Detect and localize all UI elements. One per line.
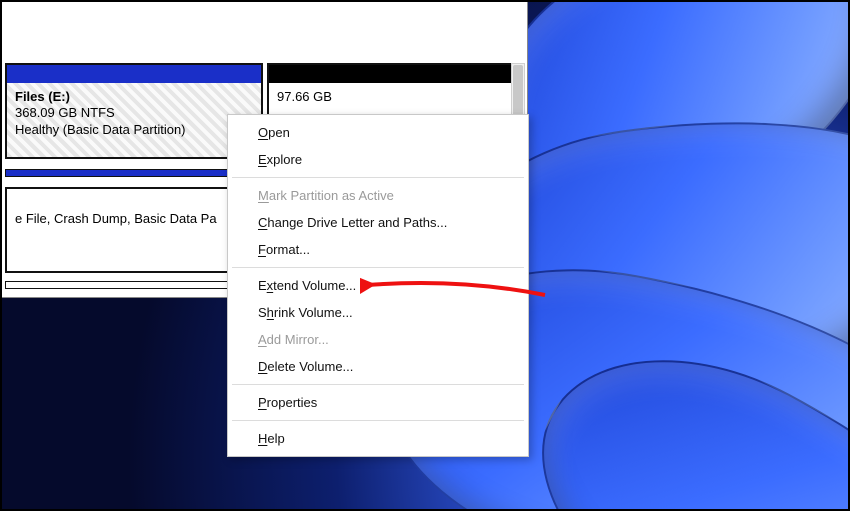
volume-size: 368.09 GB NTFS <box>15 105 253 121</box>
menu-separator <box>232 177 524 178</box>
menu-help[interactable]: Help <box>230 425 526 452</box>
volume-size: 97.66 GB <box>277 89 511 105</box>
volume-files-e[interactable]: Files (E:) 368.09 GB NTFS Healthy (Basic… <box>5 63 263 159</box>
menu-separator <box>232 384 524 385</box>
menu-explore[interactable]: Explore <box>230 146 526 173</box>
menu-separator <box>232 420 524 421</box>
volume-header-bar <box>269 65 519 83</box>
menu-shrink-volume[interactable]: Shrink Volume... <box>230 299 526 326</box>
menu-change-drive-letter[interactable]: Change Drive Letter and Paths... <box>230 209 526 236</box>
menu-properties[interactable]: Properties <box>230 389 526 416</box>
menu-open[interactable]: Open <box>230 119 526 146</box>
menu-extend-volume[interactable]: Extend Volume... <box>230 272 526 299</box>
legend-bar-primary <box>5 169 263 177</box>
desktop-wallpaper: Files (E:) 368.09 GB NTFS Healthy (Basic… <box>0 0 850 511</box>
menu-format[interactable]: Format... <box>230 236 526 263</box>
menu-delete-volume[interactable]: Delete Volume... <box>230 353 526 380</box>
menu-separator <box>232 267 524 268</box>
menu-add-mirror: Add Mirror... <box>230 326 526 353</box>
menu-mark-active: Mark Partition as Active <box>230 182 526 209</box>
volume-header-bar <box>7 65 261 83</box>
volume-status: Healthy (Basic Data Partition) <box>15 122 253 138</box>
volume-label: Files (E:) <box>15 89 253 105</box>
context-menu[interactable]: Open Explore Mark Partition as Active Ch… <box>227 114 529 457</box>
volume-body: Files (E:) 368.09 GB NTFS Healthy (Basic… <box>7 83 261 157</box>
